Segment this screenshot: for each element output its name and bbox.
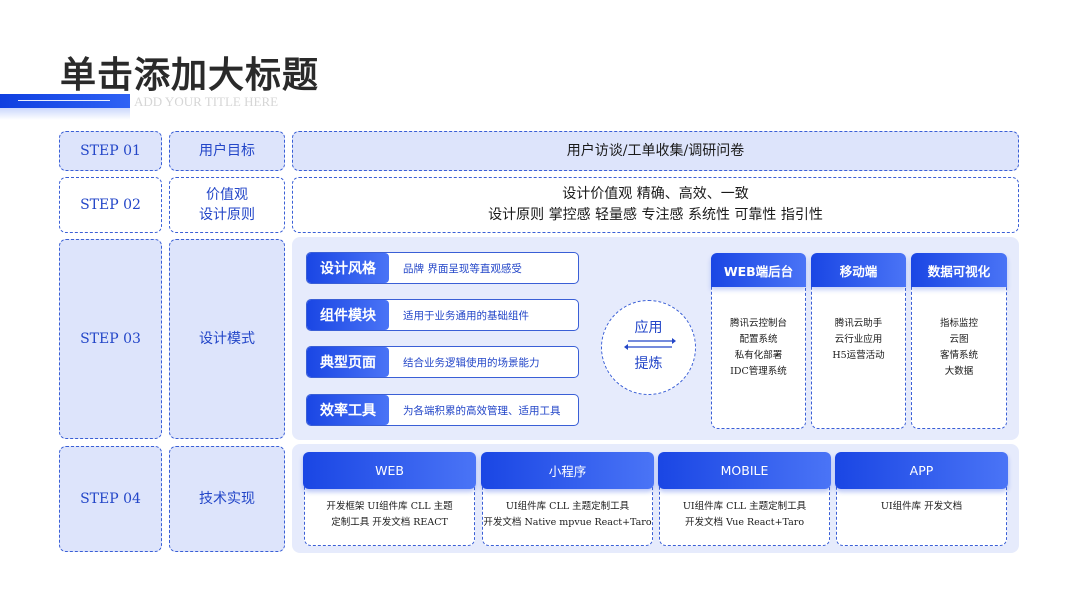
platform-card: 数据可视化 指标监控 云图 客情系统 大数据 [911, 253, 1007, 429]
platform-items: 腾讯云控制台 配置系统 私有化部署 IDC管理系统 [712, 316, 805, 380]
tech-title: 小程序 [481, 452, 654, 489]
platform-item: 私有化部署 [734, 350, 783, 361]
bidirectional-arrow-icon [624, 338, 676, 350]
page-subtitle: ADD YOUR TITLE HERE [134, 94, 279, 109]
platform-item: 配置系统 [739, 334, 778, 345]
platform-card: WEB端后台 腾讯云控制台 配置系统 私有化部署 IDC管理系统 [711, 253, 806, 429]
platform-items: 指标监控 云图 客情系统 大数据 [912, 316, 1006, 380]
step-02-content-line1: 设计价值观 精确、高效、一致 [562, 186, 749, 202]
tech-lines: UI组件库 开发文档 [837, 499, 1006, 515]
cycle-top-label: 应用 [634, 320, 663, 336]
tech-line: UI组件库 CLL 主题定制工具 [505, 501, 630, 512]
tech-line: 开发文档 Vue React+Taro [684, 517, 805, 528]
cycle-bottom-label: 提炼 [634, 356, 663, 372]
step-02-category-line2: 设计原则 [199, 207, 255, 223]
title-accent-bar [0, 94, 130, 108]
pattern-desc: 为各端积累的高效管理、适用工具 [403, 404, 561, 417]
tech-line: UI组件库 CLL 主题定制工具 [682, 501, 807, 512]
platform-item: IDC管理系统 [730, 366, 787, 377]
step-02-category-line1: 价值观 [206, 187, 248, 203]
title-accent-glow [0, 108, 130, 120]
tech-card: APP UI组件库 开发文档 [835, 452, 1008, 546]
platform-title: 移动端 [811, 253, 906, 287]
pattern-label: 设计风格 [307, 253, 389, 283]
platform-item: 腾讯云助手 [834, 318, 883, 329]
step-04-category: 技术实现 [169, 446, 285, 552]
step-01-category: 用户目标 [169, 131, 285, 171]
step-02-content-line2: 设计原则 掌控感 轻量感 专注感 系统性 可靠性 指引性 [488, 207, 823, 223]
step-02-label: STEP 02 [59, 177, 162, 233]
platform-title: WEB端后台 [711, 253, 806, 287]
pattern-label: 典型页面 [307, 347, 389, 377]
tech-lines: 开发框架 UI组件库 CLL 主题 定制工具 开发文档 REACT [305, 499, 474, 531]
step-01-label: STEP 01 [59, 131, 162, 171]
platform-item: H5运营活动 [832, 350, 885, 361]
page-title: 单击添加大标题 [60, 55, 320, 96]
pattern-label: 效率工具 [307, 395, 389, 425]
tech-title: WEB [303, 452, 476, 489]
platform-item: 腾讯云控制台 [729, 318, 787, 329]
tech-line: 开发文档 Native mpvue React+Taro [483, 517, 652, 528]
platform-item: 大数据 [944, 366, 974, 377]
tech-line: UI组件库 开发文档 [880, 501, 963, 512]
step-02-content: 设计价值观 精确、高效、一致 设计原则 掌控感 轻量感 专注感 系统性 可靠性 … [292, 177, 1019, 233]
platform-item: 客情系统 [939, 350, 978, 361]
platform-card: 移动端 腾讯云助手 云行业应用 H5运营活动 [811, 253, 906, 429]
step-03-label: STEP 03 [59, 239, 162, 439]
pattern-desc: 品牌 界面呈现等直观感受 [403, 262, 522, 275]
pattern-item: 设计风格 品牌 界面呈现等直观感受 [306, 252, 579, 284]
platform-item: 云行业应用 [834, 334, 883, 345]
platform-item: 指标监控 [939, 318, 978, 329]
tech-card: WEB 开发框架 UI组件库 CLL 主题 定制工具 开发文档 REACT [303, 452, 476, 546]
tech-line: 定制工具 开发文档 REACT [331, 517, 448, 528]
tech-line: 开发框架 UI组件库 CLL 主题 [326, 501, 453, 512]
pattern-item: 典型页面 结合业务逻辑使用的场景能力 [306, 346, 579, 378]
step-01-content: 用户访谈/工单收集/调研问卷 [292, 131, 1019, 171]
step-04-label: STEP 04 [59, 446, 162, 552]
platform-items: 腾讯云助手 云行业应用 H5运营活动 [812, 316, 905, 364]
pattern-item: 组件模块 适用于业务通用的基础组件 [306, 299, 579, 331]
tech-card: MOBILE UI组件库 CLL 主题定制工具 开发文档 Vue React+T… [658, 452, 831, 546]
tech-title: APP [835, 452, 1008, 489]
step-02-category: 价值观 设计原则 [169, 177, 285, 233]
tech-lines: UI组件库 CLL 主题定制工具 开发文档 Vue React+Taro [660, 499, 829, 531]
tech-card: 小程序 UI组件库 CLL 主题定制工具 开发文档 Native mpvue R… [481, 452, 654, 546]
tech-lines: UI组件库 CLL 主题定制工具 开发文档 Native mpvue React… [483, 499, 652, 531]
pattern-label: 组件模块 [307, 300, 389, 330]
cycle-circle: 应用 提炼 [601, 300, 696, 395]
platform-item: 云图 [949, 334, 969, 345]
pattern-item: 效率工具 为各端积累的高效管理、适用工具 [306, 394, 579, 426]
platform-title: 数据可视化 [911, 253, 1007, 287]
tech-title: MOBILE [658, 452, 831, 489]
pattern-desc: 结合业务逻辑使用的场景能力 [403, 356, 540, 369]
step-03-category: 设计模式 [169, 239, 285, 439]
pattern-desc: 适用于业务通用的基础组件 [403, 309, 529, 322]
